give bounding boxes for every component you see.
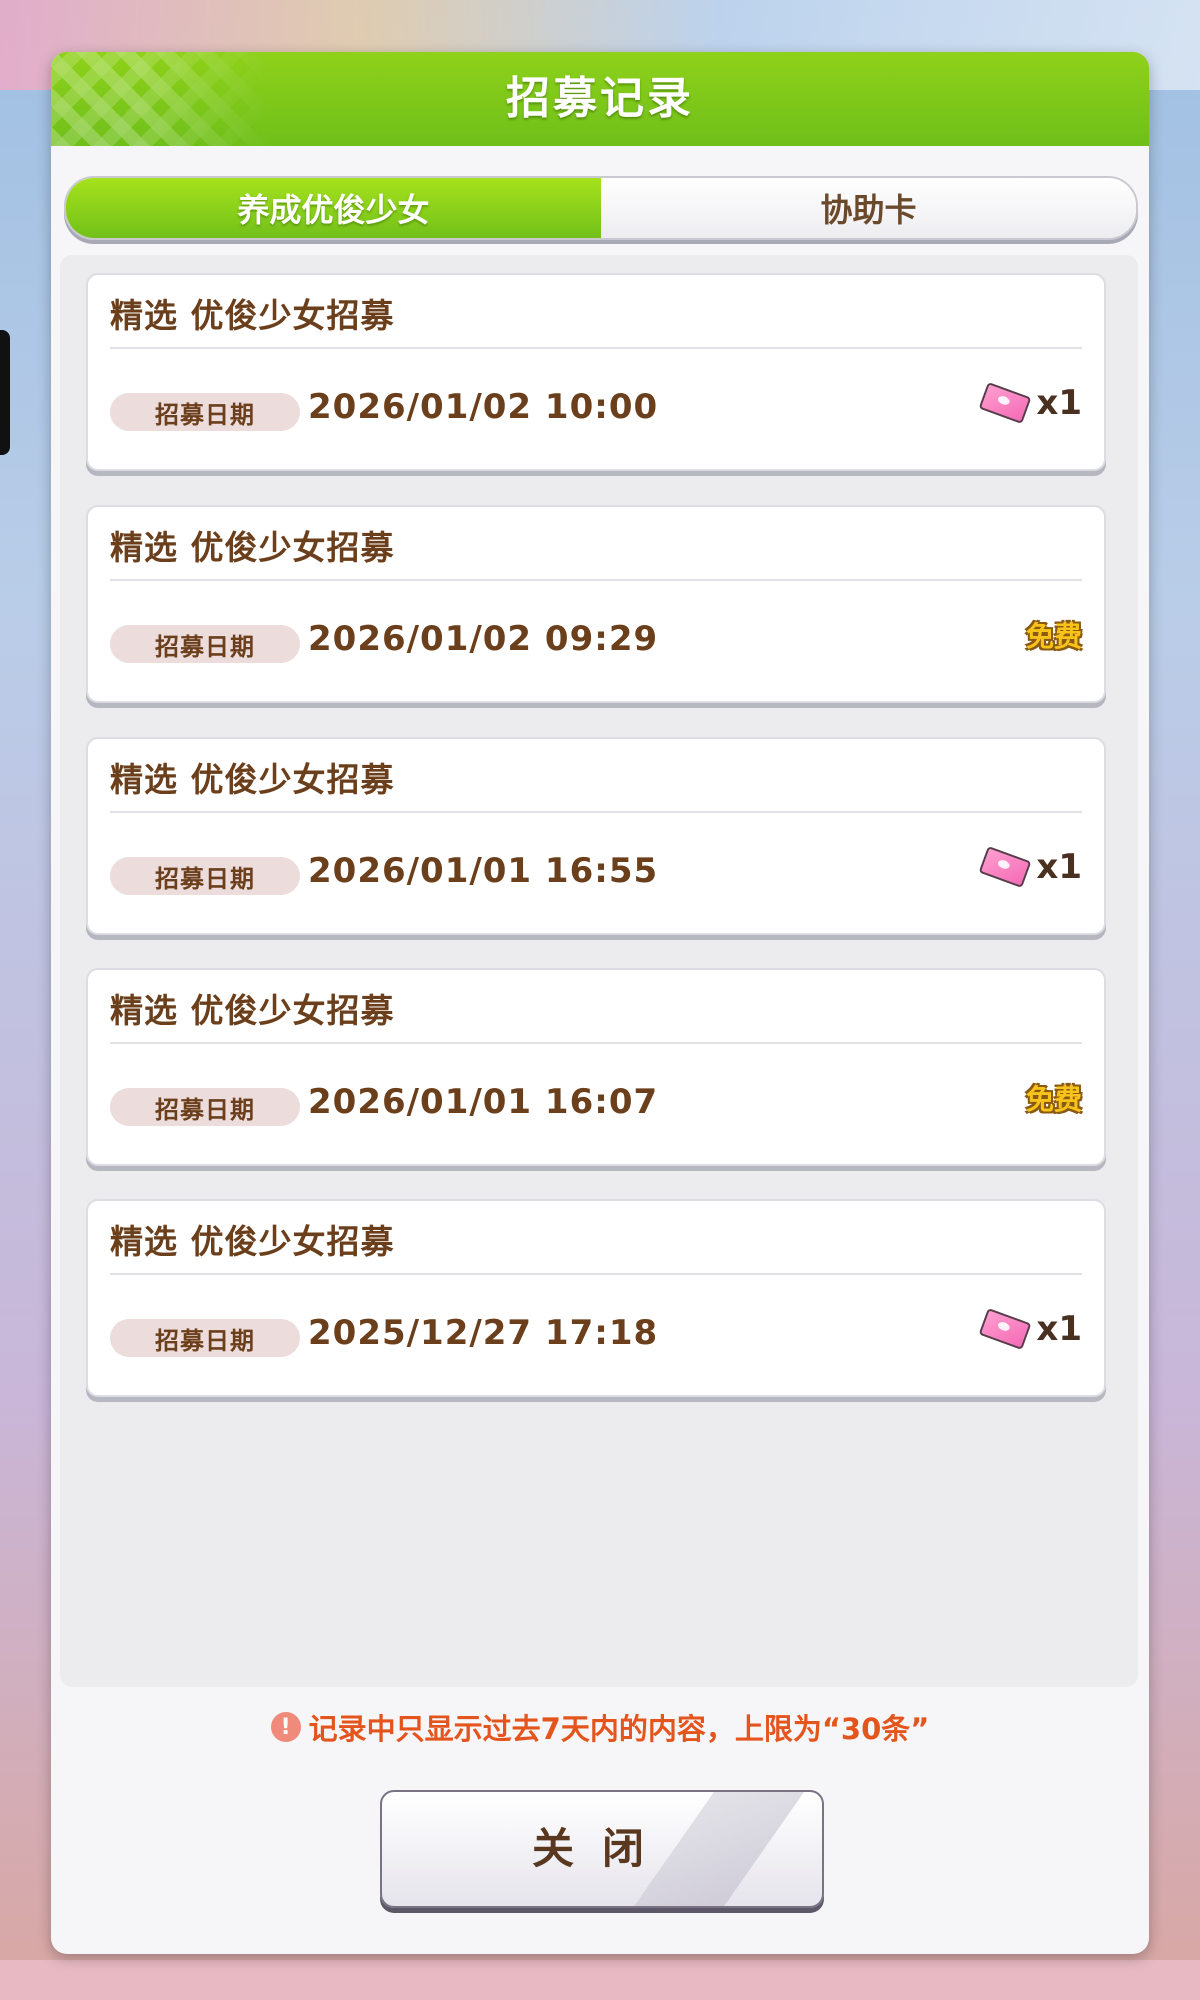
record-title: 精选 优俊少女招募 <box>110 1222 395 1261</box>
date-value: 2026/01/01 16:07 <box>308 1082 659 1122</box>
date-label: 招募日期 <box>110 1088 300 1126</box>
gacha-ticket-icon <box>979 1308 1032 1350</box>
recruit-history-dialog: 招募记录 养成优俊少女 协助卡 精选 优俊少女招募 招募日期 2026/01/0… <box>51 52 1149 1954</box>
date-label: 招募日期 <box>110 1319 300 1357</box>
free-badge: 免费 <box>1025 1083 1082 1116</box>
date-value: 2026/01/02 10:00 <box>308 387 659 427</box>
cost-display: x1 <box>982 1309 1082 1349</box>
record-list[interactable]: 精选 优俊少女招募 招募日期 2026/01/02 10:00 x1 精选 优俊… <box>60 255 1138 1687</box>
record-card: 精选 优俊少女招募 招募日期 2026/01/01 16:07 免费 <box>86 968 1106 1166</box>
date-value: 2026/01/01 16:55 <box>308 851 659 891</box>
record-card: 精选 优俊少女招募 招募日期 2026/01/02 10:00 x1 <box>86 273 1106 471</box>
close-button-label: 关闭 <box>531 1824 672 1873</box>
cost-display: 免费 <box>1026 615 1082 655</box>
cost-display: 免费 <box>1026 1078 1082 1118</box>
gacha-ticket-icon <box>979 382 1032 424</box>
date-value: 2026/01/02 09:29 <box>308 619 659 659</box>
tab-support-card[interactable]: 协助卡 <box>601 178 1136 238</box>
dialog-title: 招募记录 <box>506 73 694 124</box>
date-value: 2025/12/27 17:18 <box>308 1313 659 1353</box>
notice-text: 记录中只显示过去7天内的内容，上限为“30条” <box>308 1712 930 1746</box>
record-title: 精选 优俊少女招募 <box>110 760 395 799</box>
tab-bar: 养成优俊少女 协助卡 <box>64 176 1138 240</box>
close-button[interactable]: 关闭 <box>380 1790 824 1908</box>
cost-display: x1 <box>982 847 1082 887</box>
record-title: 精选 优俊少女招募 <box>110 296 395 335</box>
record-divider <box>110 347 1082 349</box>
background-edge-tab <box>0 330 10 455</box>
cost-quantity: x1 <box>1036 847 1082 887</box>
tab-train-umamusume[interactable]: 养成优俊少女 <box>66 178 601 238</box>
date-label: 招募日期 <box>110 625 300 663</box>
alert-circle-icon: ! <box>270 1712 301 1742</box>
record-title: 精选 优俊少女招募 <box>110 991 395 1030</box>
date-label: 招募日期 <box>110 857 300 895</box>
dialog-header: 招募记录 <box>51 52 1149 146</box>
free-badge: 免费 <box>1025 620 1082 653</box>
record-divider <box>110 811 1082 813</box>
record-divider <box>110 579 1082 581</box>
cost-display: x1 <box>982 383 1082 423</box>
background-bottom <box>0 1960 1200 2000</box>
cost-quantity: x1 <box>1036 1309 1082 1349</box>
record-divider <box>110 1273 1082 1275</box>
record-title: 精选 优俊少女招募 <box>110 528 395 567</box>
record-card: 精选 优俊少女招募 招募日期 2026/01/02 09:29 免费 <box>86 505 1106 703</box>
gacha-ticket-icon <box>979 846 1032 888</box>
date-label: 招募日期 <box>110 393 300 431</box>
record-divider <box>110 1042 1082 1044</box>
cost-quantity: x1 <box>1036 383 1082 423</box>
notice-text-row: ! 记录中只显示过去7天内的内容，上限为“30条” <box>51 1706 1149 1748</box>
record-card: 精选 优俊少女招募 招募日期 2025/12/27 17:18 x1 <box>86 1199 1106 1397</box>
record-card: 精选 优俊少女招募 招募日期 2026/01/01 16:55 x1 <box>86 737 1106 935</box>
